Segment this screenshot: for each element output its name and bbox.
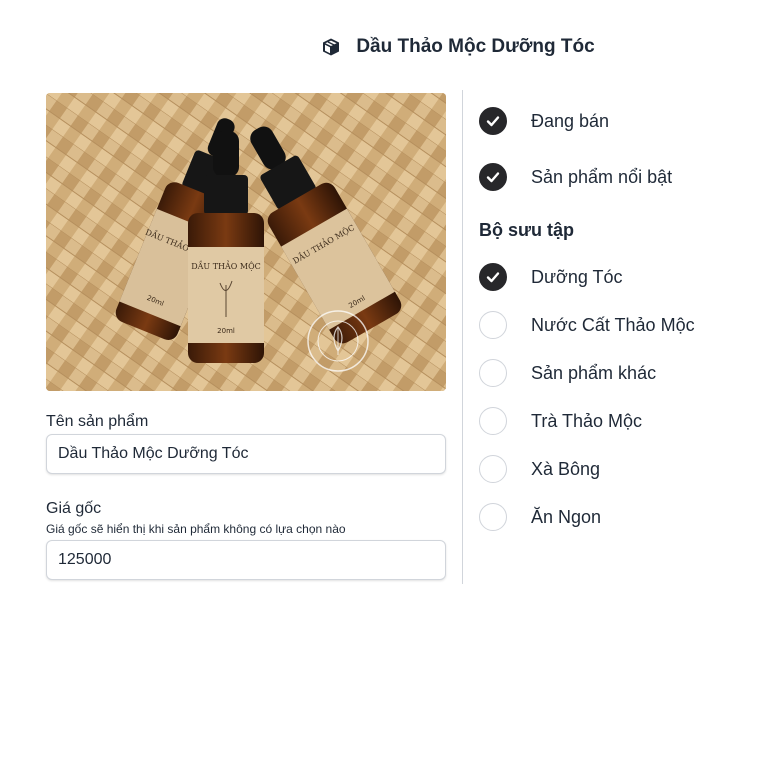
- collection-item[interactable]: Sản phẩm khác: [479, 358, 656, 388]
- collection-item[interactable]: Trà Thảo Mộc: [479, 406, 642, 436]
- product-form: DẦU THẢO MỘC 20ml DẦU THẢO MỘC 20ml DẦU …: [46, 93, 446, 580]
- collection-item[interactable]: Xà Bông: [479, 454, 600, 484]
- product-image[interactable]: DẦU THẢO MỘC 20ml DẦU THẢO MỘC 20ml DẦU …: [46, 93, 446, 391]
- original-price-label: Giá gốc: [46, 500, 102, 517]
- product-name-input[interactable]: [46, 434, 446, 474]
- checkmark-icon: [486, 272, 500, 283]
- featured-label: Sản phẩm nổi bật: [531, 166, 673, 187]
- collection-checkbox[interactable]: [479, 311, 507, 339]
- collection-checkbox[interactable]: [479, 455, 507, 483]
- header-inner: Dầu Thảo Mộc Dưỡng Tóc: [321, 36, 595, 58]
- on-sale-label: Đang bán: [531, 110, 610, 131]
- collection-label: Trà Thảo Mộc: [531, 410, 643, 431]
- collection-item[interactable]: Nước Cất Thảo Mộc: [479, 310, 695, 340]
- collection-label: Nước Cất Thảo Mộc: [531, 314, 695, 335]
- collection-label: Dưỡng Tóc: [531, 266, 623, 287]
- collection-checkbox[interactable]: [479, 359, 507, 387]
- checkmark-icon: [486, 116, 500, 127]
- product-name-label: Tên sản phẩm: [46, 413, 149, 430]
- column-divider: [462, 90, 463, 584]
- page-title: Dầu Thảo Mộc Dưỡng Tóc: [356, 36, 595, 57]
- collection-label: Xà Bông: [531, 458, 601, 479]
- collection-item[interactable]: Dưỡng Tóc: [479, 262, 623, 292]
- collections-title: Bộ sưu tập: [479, 220, 575, 240]
- collection-checkbox[interactable]: [479, 263, 507, 291]
- package-icon: [323, 38, 340, 56]
- page-header: Dầu Thảo Mộc Dưỡng Tóc: [0, 33, 766, 61]
- status-on-sale[interactable]: Đang bán: [479, 106, 609, 136]
- featured-checkbox[interactable]: [479, 163, 507, 191]
- original-price-help: Giá gốc sẽ hiển thị khi sản phẩm không c…: [46, 522, 346, 536]
- checkmark-icon: [486, 172, 500, 183]
- collection-label: Sản phẩm khác: [531, 362, 657, 383]
- on-sale-checkbox[interactable]: [479, 107, 507, 135]
- status-featured[interactable]: Sản phẩm nổi bật: [479, 162, 672, 192]
- collection-checkbox[interactable]: [479, 407, 507, 435]
- product-photo: DẦU THẢO MỘC 20ml DẦU THẢO MỘC 20ml DẦU …: [46, 93, 446, 391]
- collection-label: Ăn Ngon: [531, 506, 602, 527]
- collection-item[interactable]: Ăn Ngon: [479, 502, 601, 532]
- original-price-input[interactable]: [46, 540, 446, 580]
- svg-text:DẦU THẢO MỘC: DẦU THẢO MỘC: [191, 261, 261, 271]
- collection-checkbox[interactable]: [479, 503, 507, 531]
- svg-text:20ml: 20ml: [217, 327, 235, 335]
